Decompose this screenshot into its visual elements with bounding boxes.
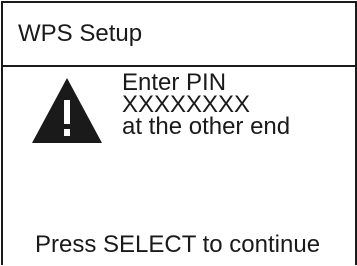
- wps-setup-screen: WPS Setup Enter PIN XXXXXXXX at the othe…: [1, 1, 357, 265]
- title-bar: WPS Setup: [3, 3, 355, 67]
- pin-message: Enter PIN XXXXXXXX at the other end: [122, 71, 291, 140]
- warning-icon: [32, 78, 102, 143]
- message-line-other-end: at the other end: [122, 113, 291, 140]
- screen-title: WPS Setup: [18, 20, 143, 47]
- continue-prompt: Press SELECT to continue: [35, 231, 321, 258]
